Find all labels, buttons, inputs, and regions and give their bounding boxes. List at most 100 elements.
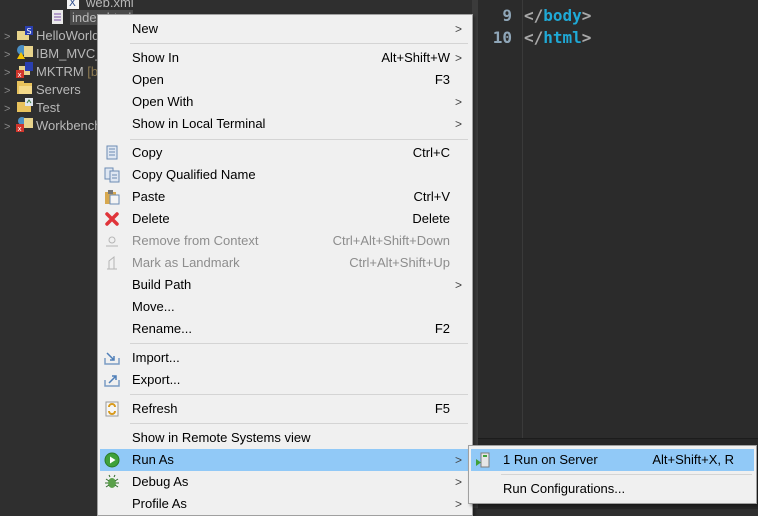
export-icon xyxy=(104,372,120,388)
menu-item-label: New xyxy=(132,21,159,36)
menu-item-build-path[interactable]: Build Path > xyxy=(100,274,470,296)
run-on-server-icon xyxy=(475,452,491,468)
menu-item-refresh[interactable]: Refresh F5 xyxy=(100,398,470,420)
menu-item-label: Run As xyxy=(132,452,174,467)
menu-item-mark-as-landmark[interactable]: Mark as Landmark Ctrl+Alt+Shift+Up xyxy=(100,252,470,274)
tree-item-label: HelloWorld xyxy=(36,28,100,43)
run-as-submenu: 1 Run on Server Alt+Shift+X, R Run Confi… xyxy=(468,445,757,504)
menu-item-shortcut: Ctrl+C xyxy=(412,145,450,160)
menu-item-label: Remove from Context xyxy=(132,233,259,248)
tree-item-workbench[interactable]: > x Workbench xyxy=(4,116,102,134)
web-project-warning-icon xyxy=(16,44,33,59)
menu-item-run-on-server[interactable]: 1 Run on Server Alt+Shift+X, R xyxy=(471,449,754,471)
menu-item-shortcut: Ctrl+V xyxy=(413,189,450,204)
menu-item-label: Move... xyxy=(132,299,175,314)
chevron-right-icon[interactable]: > xyxy=(4,118,16,136)
tag-close-punct: > xyxy=(581,6,592,25)
tree-item-servers[interactable]: > Servers xyxy=(4,80,81,98)
submenu-arrow-icon: > xyxy=(454,22,462,36)
folder-icon xyxy=(16,80,32,94)
tree-item-helloworld[interactable]: > S HelloWorld xyxy=(4,26,99,44)
menu-item-shortcut: F5 xyxy=(434,401,450,416)
menu-item-show-in-local-terminal[interactable]: Show in Local Terminal > xyxy=(100,113,470,135)
menu-item-label: Build Path xyxy=(132,277,192,292)
menu-item-label: Mark as Landmark xyxy=(132,255,240,270)
submenu-arrow-icon: > xyxy=(454,51,462,65)
menu-item-label: Refresh xyxy=(132,401,178,416)
menu-item-open[interactable]: Open F3 xyxy=(100,69,470,91)
menu-item-copy[interactable]: Copy Ctrl+C xyxy=(100,142,470,164)
svg-text:X: X xyxy=(69,0,76,9)
menu-item-label: Export... xyxy=(132,372,181,387)
copy-qualified-name-icon xyxy=(104,167,120,183)
menu-item-shortcut: Ctrl+Alt+Shift+Up xyxy=(349,255,450,270)
debug-icon xyxy=(104,474,120,490)
import-icon xyxy=(104,350,120,366)
refresh-icon xyxy=(104,401,120,417)
menu-item-label: Copy xyxy=(132,145,163,160)
line-number: 9 xyxy=(502,6,512,25)
tree-item-ibm-mvc[interactable]: > IBM_MVC_ xyxy=(4,44,102,62)
menu-item-open-with[interactable]: Open With > xyxy=(100,91,470,113)
copy-icon xyxy=(104,145,120,161)
submenu-arrow-icon: > xyxy=(454,453,462,467)
menu-item-export[interactable]: Export... xyxy=(100,369,470,391)
svg-text:x: x xyxy=(18,71,22,78)
menu-separator xyxy=(130,394,468,395)
menu-item-shortcut: Alt+Shift+W xyxy=(381,50,450,65)
menu-item-label: Rename... xyxy=(132,321,192,336)
menu-item-debug-as[interactable]: Debug As > xyxy=(100,471,470,493)
menu-item-shortcut: F3 xyxy=(434,72,450,87)
menu-item-run-as[interactable]: Run As > xyxy=(100,449,470,471)
submenu-arrow-icon: > xyxy=(454,278,462,292)
menu-item-remove-from-context[interactable]: Remove from Context Ctrl+Alt+Shift+Down xyxy=(100,230,470,252)
menu-separator xyxy=(501,474,752,475)
tag-name: html xyxy=(543,28,582,47)
menu-separator xyxy=(130,43,468,44)
tag-name: body xyxy=(543,6,582,25)
menu-item-show-in[interactable]: Show In Alt+Shift+W > xyxy=(100,47,470,69)
menu-item-label: Copy Qualified Name xyxy=(132,167,256,182)
tree-item-label: IBM_MVC_ xyxy=(36,46,103,61)
menu-item-label: Paste xyxy=(132,189,166,204)
menu-item-rename[interactable]: Rename... F2 xyxy=(100,318,470,340)
tree-item-test[interactable]: > Test xyxy=(4,98,60,116)
line-number-gutter xyxy=(478,0,523,438)
menu-item-import[interactable]: Import... xyxy=(100,347,470,369)
menu-item-show-in-remote-systems-view[interactable]: Show in Remote Systems view xyxy=(100,427,470,449)
xml-file-icon: X xyxy=(66,0,82,9)
menu-item-shortcut: Ctrl+Alt+Shift+Down xyxy=(332,233,450,248)
project-folder-icon xyxy=(16,98,33,112)
code-editor[interactable]: 9 </body> 10 </html> xyxy=(478,0,758,438)
tag-open-punct: </ xyxy=(524,6,544,25)
menu-item-paste[interactable]: Paste Ctrl+V xyxy=(100,186,470,208)
menu-item-run-configurations[interactable]: Run Configurations... xyxy=(471,478,754,500)
menu-separator xyxy=(130,139,468,140)
menu-item-label: Show in Local Terminal xyxy=(132,116,266,131)
menu-item-delete[interactable]: Delete Delete xyxy=(100,208,470,230)
tree-item-suffix: [b xyxy=(83,64,99,79)
menu-item-shortcut: Delete xyxy=(412,211,450,226)
menu-item-label: Profile As xyxy=(132,496,187,511)
submenu-arrow-icon: > xyxy=(454,117,462,131)
line-number: 10 xyxy=(492,28,512,47)
menu-item-label: Show in Remote Systems view xyxy=(132,430,311,445)
tree-item-label: Workbench xyxy=(36,118,102,133)
submenu-arrow-icon: > xyxy=(454,475,462,489)
submenu-arrow-icon: > xyxy=(454,95,462,109)
menu-item-label: Open xyxy=(132,72,164,87)
menu-item-copy-qualified-name[interactable]: Copy Qualified Name xyxy=(100,164,470,186)
svg-text:S: S xyxy=(27,27,32,36)
tag-open-punct: </ xyxy=(524,28,544,47)
run-icon xyxy=(104,452,120,468)
html-file-icon xyxy=(50,10,66,24)
menu-item-shortcut: F2 xyxy=(434,321,450,336)
menu-item-profile-as[interactable]: Profile As > xyxy=(100,493,470,515)
delete-icon xyxy=(104,211,120,227)
menu-item-shortcut: Alt+Shift+X, R xyxy=(652,452,734,467)
menu-item-move[interactable]: Move... xyxy=(100,296,470,318)
menu-item-label: Import... xyxy=(132,350,180,365)
tree-item-mktrm[interactable]: > x MKTRM [b xyxy=(4,62,98,80)
tree-item-label: Test xyxy=(36,100,60,115)
menu-item-new[interactable]: New > xyxy=(100,18,470,40)
